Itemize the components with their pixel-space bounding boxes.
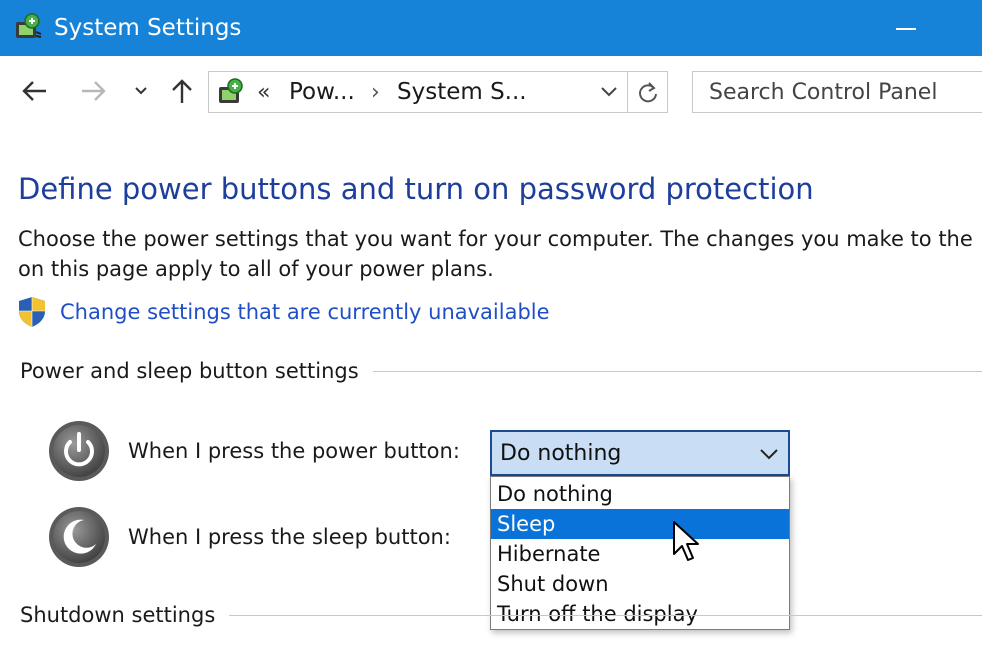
up-button[interactable]	[164, 70, 200, 112]
uac-shield-icon	[19, 297, 45, 327]
power-options-icon	[16, 13, 42, 38]
minimize-icon	[896, 28, 916, 30]
chevron-down-icon	[760, 449, 778, 460]
address-history-button[interactable]	[591, 72, 627, 112]
select-value: Do nothing	[500, 441, 622, 466]
chevron-down-icon	[135, 87, 147, 95]
breadcrumb-power-options[interactable]: Pow...	[289, 78, 355, 106]
description-line: Choose the power settings that you want …	[18, 227, 973, 251]
section-divider	[229, 614, 982, 616]
sleep-button-label: When I press the sleep button:	[128, 525, 451, 549]
dropdown-option[interactable]: Do nothing	[491, 479, 789, 509]
chevron-down-icon	[601, 87, 617, 97]
section-title: Power and sleep button settings	[20, 359, 359, 383]
arrow-left-icon	[22, 81, 46, 101]
power-button-icon	[49, 421, 109, 481]
arrow-up-icon	[172, 79, 192, 103]
section-divider	[372, 370, 982, 372]
description-line: on this page apply to all of your power …	[18, 257, 494, 281]
refresh-icon	[638, 82, 657, 103]
power-sleep-section-header: Power and sleep button settings	[20, 356, 982, 386]
mouse-cursor-icon	[673, 521, 699, 561]
section-title: Shutdown settings	[20, 603, 216, 627]
breadcrumb-separator[interactable]: ›	[371, 80, 380, 106]
window-title: System Settings	[54, 15, 242, 41]
arrow-right-icon	[82, 81, 106, 101]
dropdown-option[interactable]: Sleep	[491, 509, 789, 539]
power-button-action-select[interactable]: Do nothing	[490, 430, 790, 476]
forward-button[interactable]	[74, 70, 114, 112]
navigation-bar: « Pow... › System S...	[0, 56, 982, 126]
power-options-icon	[219, 78, 243, 103]
breadcrumb-overflow[interactable]: «	[257, 80, 270, 106]
refresh-button[interactable]	[627, 72, 667, 112]
page-description: Choose the power settings that you want …	[18, 224, 982, 284]
power-button-label: When I press the power button:	[128, 439, 460, 463]
search-input[interactable]	[693, 72, 982, 112]
search-box[interactable]	[692, 71, 982, 113]
back-button[interactable]	[14, 70, 54, 112]
minimize-button[interactable]	[880, 6, 932, 50]
address-bar[interactable]: « Pow... › System S...	[208, 71, 668, 113]
sleep-button-icon	[49, 507, 109, 567]
title-bar: System Settings	[0, 0, 982, 56]
change-settings-link[interactable]: Change settings that are currently unava…	[60, 296, 550, 328]
dropdown-option[interactable]: Shut down	[491, 569, 789, 599]
shutdown-section-header: Shutdown settings	[20, 600, 982, 630]
page-title: Define power buttons and turn on passwor…	[18, 172, 814, 206]
recent-locations-button[interactable]	[128, 70, 154, 112]
breadcrumb-system-settings[interactable]: System S...	[397, 78, 527, 106]
dropdown-option[interactable]: Hibernate	[491, 539, 789, 569]
